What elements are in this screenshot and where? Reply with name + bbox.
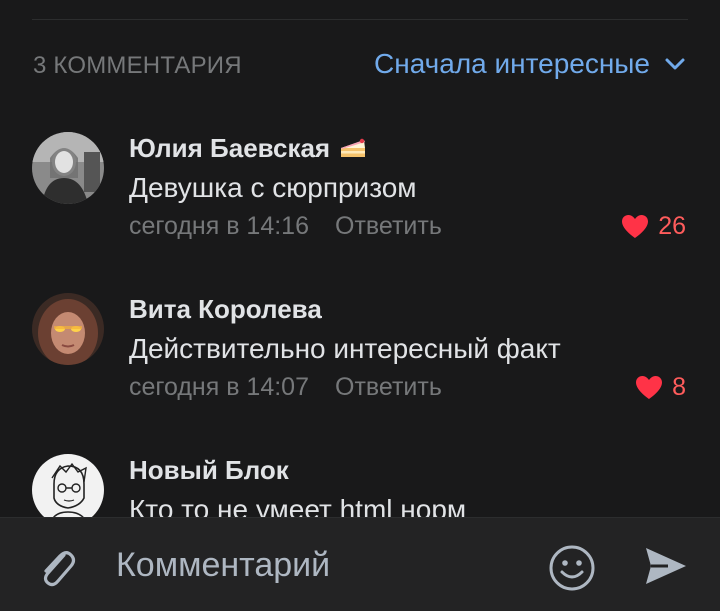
reply-button[interactable]: Ответить: [335, 212, 442, 241]
sort-dropdown[interactable]: Сначала интересные: [374, 48, 686, 80]
comment-text: Девушка с сюрпризом: [129, 172, 417, 203]
smile-icon[interactable]: [548, 544, 596, 592]
like-count: 8: [672, 372, 686, 401]
avatar[interactable]: [32, 454, 104, 517]
comment-text: Действительно интересный факт: [129, 333, 561, 364]
reply-button[interactable]: Ответить: [335, 373, 442, 402]
comment-input[interactable]: [114, 538, 518, 592]
chevron-down-icon: [665, 58, 685, 70]
like-button[interactable]: 8: [634, 373, 686, 402]
top-divider: [32, 19, 688, 20]
paperclip-icon[interactable]: [33, 542, 81, 590]
comment-author[interactable]: Новый Блок: [129, 455, 289, 486]
avatar[interactable]: [32, 132, 104, 204]
like-count: 26: [658, 211, 686, 240]
heart-icon: [636, 376, 663, 399]
comment-composer: [0, 517, 720, 611]
comments-count: 3 КОММЕНТАРИЯ: [33, 52, 242, 79]
comment-item: Новый Блок Кто то не умеет html норм: [0, 454, 720, 517]
sort-label: Сначала интересные: [374, 48, 650, 79]
comment-author[interactable]: Вита Королева: [129, 294, 322, 325]
comment-text: Кто то не умеет html норм: [129, 494, 467, 517]
like-button[interactable]: 26: [620, 212, 686, 241]
comment-date: сегодня в 14:16: [129, 211, 309, 240]
comment-item: Вита Королева Действительно интересный ф…: [0, 293, 720, 443]
heart-icon: [622, 215, 649, 238]
comment-author[interactable]: Юлия Баевская: [129, 133, 330, 164]
avatar[interactable]: [32, 293, 104, 365]
comments-header: 3 КОММЕНТАРИЯ Сначала интересные: [0, 40, 720, 90]
cake-emoji-icon: [341, 138, 366, 157]
send-icon[interactable]: [642, 544, 688, 588]
comment-date: сегодня в 14:07: [129, 372, 309, 401]
comment-item: Юлия Баевская Девушка с сюрпризом сегодн…: [0, 132, 720, 282]
